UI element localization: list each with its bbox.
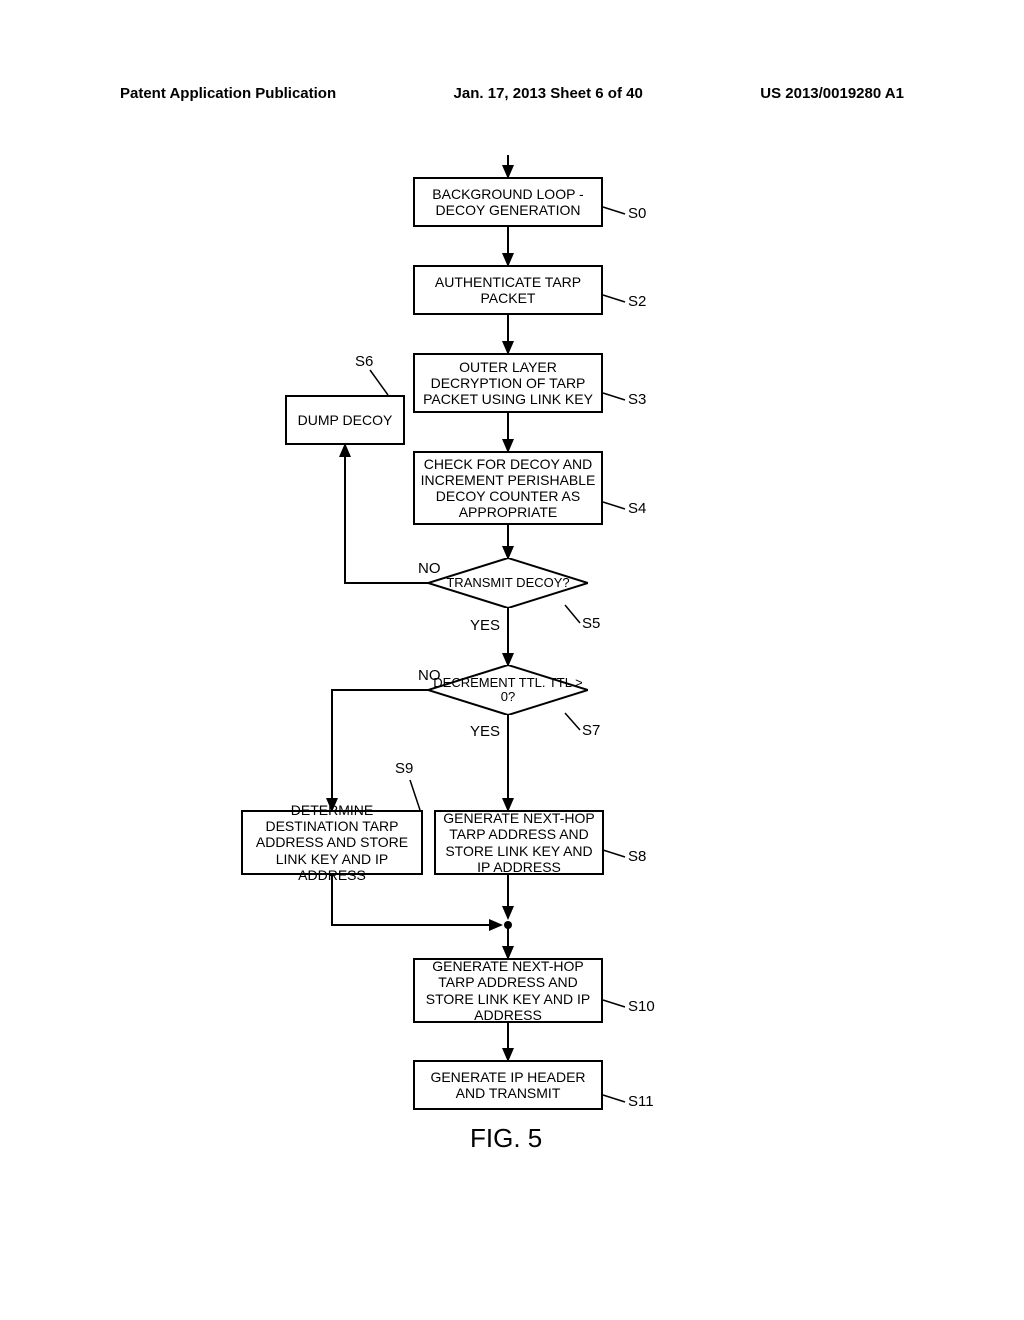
label-yes-s7: YES bbox=[470, 723, 500, 740]
process-box-s4: CHECK FOR DECOY AND INCREMENT PERISHABLE… bbox=[413, 451, 603, 525]
process-text: DETERMINE DESTINATION TARP ADDRESS AND S… bbox=[246, 802, 418, 882]
label-s11: S11 bbox=[628, 1093, 654, 1110]
label-yes-s5: YES bbox=[470, 617, 500, 634]
decision-text: DECREMENT TTL. TTL > 0? bbox=[428, 676, 588, 705]
process-box-s9: DETERMINE DESTINATION TARP ADDRESS AND S… bbox=[241, 810, 423, 875]
process-box-s6: DUMP DECOY bbox=[285, 395, 405, 445]
process-box-s11: GENERATE IP HEADER AND TRANSMIT bbox=[413, 1060, 603, 1110]
label-s4: S4 bbox=[628, 500, 646, 517]
page-header: Patent Application Publication Jan. 17, … bbox=[0, 85, 1024, 102]
label-s7: S7 bbox=[582, 722, 600, 739]
process-text: GENERATE NEXT-HOP TARP ADDRESS AND STORE… bbox=[439, 810, 599, 874]
process-box-s3: OUTER LAYER DECRYPTION OF TARP PACKET US… bbox=[413, 353, 603, 413]
process-text: DUMP DECOY bbox=[298, 412, 393, 428]
figure-label: FIG. 5 bbox=[470, 1123, 542, 1154]
process-text: GENERATE IP HEADER AND TRANSMIT bbox=[418, 1069, 598, 1101]
process-text: GENERATE NEXT-HOP TARP ADDRESS AND STORE… bbox=[418, 958, 598, 1022]
decision-text: TRANSMIT DECOY? bbox=[446, 576, 569, 590]
process-text: OUTER LAYER DECRYPTION OF TARP PACKET US… bbox=[418, 359, 598, 407]
decision-s5: TRANSMIT DECOY? bbox=[428, 558, 588, 608]
label-s10: S10 bbox=[628, 998, 655, 1015]
label-no-s5: NO bbox=[418, 560, 441, 577]
process-text: CHECK FOR DECOY AND INCREMENT PERISHABLE… bbox=[418, 456, 598, 520]
process-box-s2: AUTHENTICATE TARP PACKET bbox=[413, 265, 603, 315]
process-box-s0: BACKGROUND LOOP - DECOY GENERATION bbox=[413, 177, 603, 227]
decision-s7: DECREMENT TTL. TTL > 0? bbox=[428, 665, 588, 715]
label-s5: S5 bbox=[582, 615, 600, 632]
header-left: Patent Application Publication bbox=[120, 85, 336, 102]
header-center: Jan. 17, 2013 Sheet 6 of 40 bbox=[454, 85, 643, 102]
label-s2: S2 bbox=[628, 293, 646, 310]
process-text: BACKGROUND LOOP - DECOY GENERATION bbox=[418, 186, 598, 218]
flowchart-diagram: BACKGROUND LOOP - DECOY GENERATION S0 AU… bbox=[0, 155, 1024, 1255]
label-s6: S6 bbox=[355, 353, 373, 370]
label-s0: S0 bbox=[628, 205, 646, 222]
process-box-s8: GENERATE NEXT-HOP TARP ADDRESS AND STORE… bbox=[434, 810, 604, 875]
label-s8: S8 bbox=[628, 848, 646, 865]
label-s9: S9 bbox=[395, 760, 413, 777]
label-s3: S3 bbox=[628, 391, 646, 408]
process-box-s10: GENERATE NEXT-HOP TARP ADDRESS AND STORE… bbox=[413, 958, 603, 1023]
header-right: US 2013/0019280 A1 bbox=[760, 85, 904, 102]
process-text: AUTHENTICATE TARP PACKET bbox=[418, 274, 598, 306]
